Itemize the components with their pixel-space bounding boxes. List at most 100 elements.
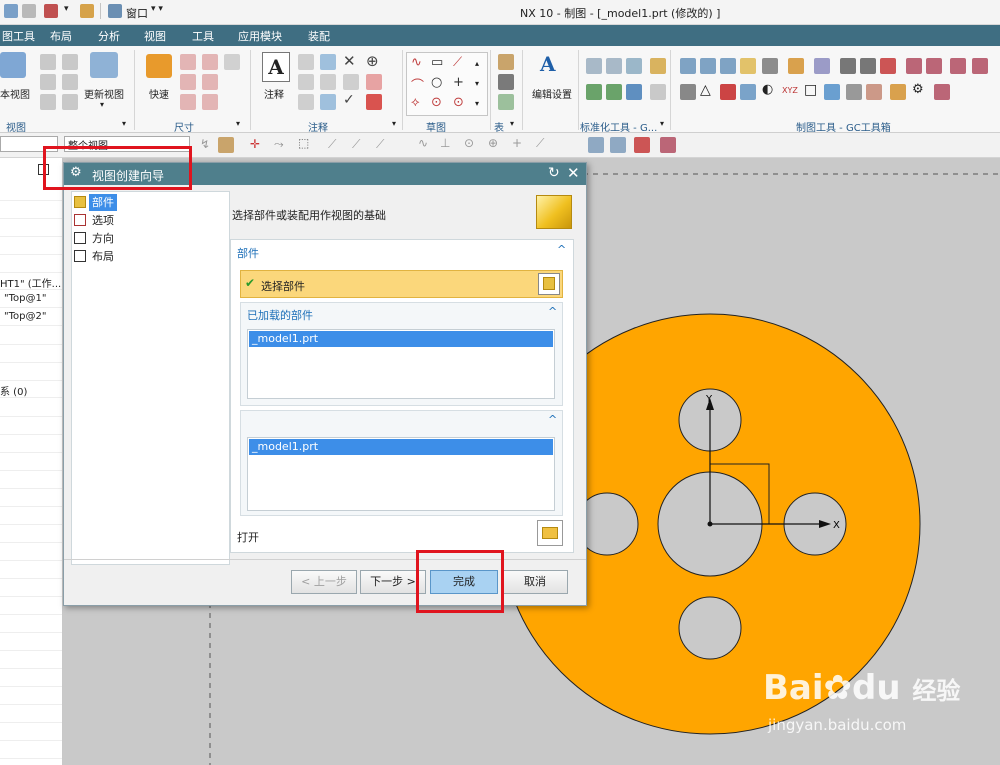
list-item[interactable] — [0, 398, 62, 417]
standardize-group-arrow-icon[interactable]: ▾ — [660, 119, 664, 128]
list-item[interactable] — [0, 506, 62, 525]
step-layout[interactable]: 布局 — [74, 248, 224, 265]
gc-tool-17-icon[interactable] — [720, 84, 736, 100]
gc-tool-15-icon[interactable] — [680, 84, 696, 100]
gc-tool-11-icon[interactable] — [906, 58, 922, 74]
step-options[interactable]: 选项 — [74, 212, 224, 229]
check-symbol-icon[interactable]: ✓ — [343, 92, 355, 108]
std-tool-6-icon[interactable] — [606, 84, 622, 100]
auxiliary-view-icon[interactable] — [40, 94, 56, 110]
list-item[interactable] — [0, 344, 62, 363]
gc-triangle-icon[interactable]: △ — [700, 82, 711, 98]
angular-dimension-icon[interactable] — [224, 54, 240, 70]
gc-tool-22-icon[interactable] — [824, 84, 840, 100]
gc-tool-24-icon[interactable] — [866, 84, 882, 100]
gc-tool-6-icon[interactable] — [788, 58, 804, 74]
cancel-button[interactable]: 取消 — [502, 570, 568, 594]
list-item[interactable] — [0, 416, 62, 435]
detail-view-icon[interactable] — [40, 74, 56, 90]
show-hide-icon[interactable] — [660, 137, 676, 153]
snap-control-icon[interactable]: ⟋ — [376, 137, 384, 152]
profile-icon[interactable]: ∿ — [411, 55, 422, 70]
gallery-scroll-down-icon[interactable]: ▾ — [475, 79, 479, 88]
list-item[interactable] — [0, 452, 62, 471]
view-group-arrow-icon[interactable]: ▾ — [122, 119, 126, 128]
gc-xyz-icon[interactable]: XYZ — [782, 86, 798, 95]
list-item[interactable] — [0, 434, 62, 453]
app-icon[interactable] — [4, 4, 18, 18]
fillet-icon[interactable]: ⊙ — [431, 95, 442, 110]
ordinate-dimension-icon[interactable] — [202, 94, 218, 110]
gc-tool-2-icon[interactable] — [700, 58, 716, 74]
std-tool-5-icon[interactable] — [586, 84, 602, 100]
datum-feature-icon[interactable] — [320, 54, 336, 70]
target-point-icon[interactable] — [343, 74, 359, 90]
linear-dimension-icon[interactable] — [180, 54, 196, 70]
view-row-top1[interactable]: "Top@1" — [0, 290, 62, 308]
note-label[interactable]: 注释 — [264, 86, 284, 101]
thickness-dimension-icon[interactable] — [202, 74, 218, 90]
list-item[interactable] — [0, 470, 62, 489]
note-icon[interactable]: A — [262, 52, 290, 82]
list-item[interactable] — [0, 218, 62, 237]
layer-icon[interactable] — [634, 137, 650, 153]
list-item[interactable] — [0, 326, 62, 345]
gc-tool-4-icon[interactable] — [740, 58, 756, 74]
select-part-button[interactable] — [538, 273, 560, 295]
gc-tool-9-icon[interactable] — [860, 58, 876, 74]
feature-control-frame-icon[interactable] — [298, 54, 314, 70]
menu-application[interactable]: 应用模块 — [238, 28, 282, 44]
window-menu-label[interactable]: 窗口 — [126, 5, 148, 21]
update-view-icon[interactable] — [90, 52, 118, 78]
dropdown-arrow-icon[interactable]: ▾ — [64, 4, 69, 14]
rapid-dimension-icon[interactable] — [146, 54, 172, 78]
datum-target-icon[interactable]: ✕ — [343, 52, 356, 70]
std-tool-1-icon[interactable] — [586, 58, 602, 74]
gc-tool-12-icon[interactable] — [926, 58, 942, 74]
list-item[interactable]: _model1.prt — [249, 331, 553, 347]
gc-tool-14-icon[interactable] — [972, 58, 988, 74]
select-part-row[interactable]: ✔ 选择部件 — [240, 270, 563, 298]
balloon-icon[interactable] — [498, 94, 514, 110]
table-group-arrow-icon[interactable]: ▾ — [510, 119, 514, 128]
list-item[interactable] — [0, 362, 62, 381]
point-icon[interactable]: + — [453, 75, 464, 90]
command-finder-icon[interactable] — [80, 4, 94, 18]
list-item[interactable] — [0, 236, 62, 255]
snap-midpoint-icon[interactable]: ⟋ — [352, 137, 360, 152]
projected-view-icon[interactable] — [40, 54, 56, 70]
gc-tool-8-icon[interactable] — [840, 58, 856, 74]
edit-settings-icon[interactable]: A — [540, 52, 566, 80]
part-section-header[interactable]: 部件 — [237, 245, 259, 261]
curve-rule-icon[interactable]: ⤳ — [274, 137, 284, 152]
parts-list-icon[interactable] — [498, 74, 514, 90]
list-item[interactable] — [0, 650, 62, 669]
gc-center-mark-icon[interactable]: ◐ — [762, 82, 773, 97]
snap-tangent-icon[interactable]: ⊥ — [440, 136, 450, 150]
menu-analysis[interactable]: 分析 — [98, 28, 120, 44]
list-item[interactable] — [0, 488, 62, 507]
hatch-icon[interactable] — [366, 74, 382, 90]
window-menu-arrow-icon[interactable]: ▾ ▾ — [151, 4, 163, 14]
open-button[interactable] — [537, 520, 563, 546]
gc-tool-23-icon[interactable] — [846, 84, 862, 100]
gc-gear-icon[interactable]: ⚙ — [912, 82, 924, 97]
list-item[interactable]: _model1.prt — [249, 439, 553, 455]
box-select-icon[interactable]: ⬚ — [298, 136, 309, 150]
menu-view[interactable]: 视图 — [144, 28, 166, 44]
gc-box-icon[interactable]: □ — [804, 82, 817, 98]
table-note-icon[interactable] — [498, 54, 514, 70]
std-tool-3-icon[interactable] — [626, 58, 642, 74]
arc-icon[interactable]: ⌒ — [411, 75, 424, 94]
close-icon[interactable]: ✕ — [567, 164, 580, 182]
display-sheet-icon[interactable] — [610, 137, 626, 153]
gc-tool-1-icon[interactable] — [680, 58, 696, 74]
annotation-group-arrow-icon[interactable]: ▾ — [392, 119, 396, 128]
recent-parts-list[interactable]: _model1.prt — [247, 437, 555, 511]
line-icon[interactable]: ⟋ — [453, 55, 462, 70]
loaded-parts-list[interactable]: _model1.prt — [247, 329, 555, 399]
polygon-icon[interactable]: ⟡ — [411, 95, 420, 110]
circle-icon[interactable]: ○ — [431, 75, 442, 90]
weld-symbol-icon[interactable] — [320, 74, 336, 90]
select-view-icon[interactable] — [218, 137, 234, 153]
